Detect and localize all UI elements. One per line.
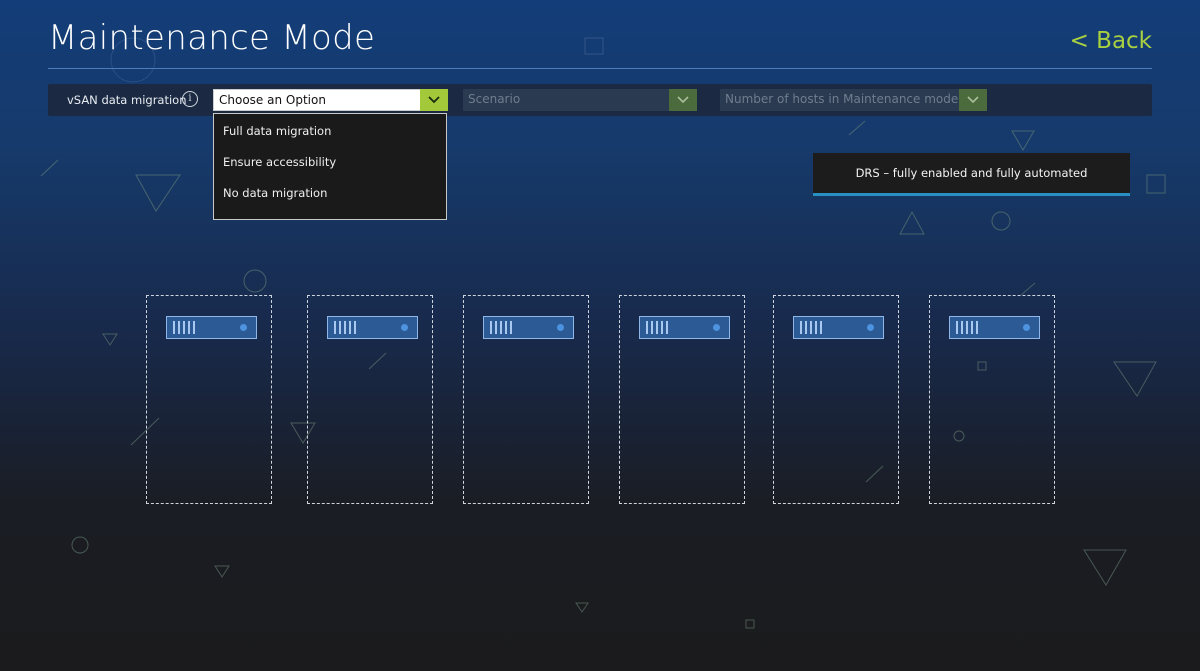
chevron-down-icon: [428, 96, 440, 104]
migration-select[interactable]: Choose an Option: [213, 89, 448, 111]
dropdown-option-ensure-accessibility[interactable]: Ensure accessibility: [223, 155, 336, 169]
server-icon: [327, 316, 418, 339]
server-icon: [639, 316, 730, 339]
page-title: Maintenance Mode: [48, 18, 376, 58]
host-slot: [929, 295, 1055, 504]
hosts-placeholder: Number of hosts in Maintenance mode: [725, 92, 959, 106]
server-icon: [166, 316, 257, 339]
host-slot: [146, 295, 272, 504]
chevron-down-icon: [677, 96, 689, 104]
scenario-select[interactable]: Scenario: [463, 89, 697, 111]
host-slot: [619, 295, 745, 504]
chevron-down-icon: [967, 96, 979, 104]
scenario-placeholder: Scenario: [468, 92, 521, 106]
host-slot: [463, 295, 589, 504]
dropdown-option-no-data-migration[interactable]: No data migration: [223, 186, 327, 200]
server-icon: [793, 316, 884, 339]
info-icon[interactable]: i: [182, 91, 198, 107]
drs-status-banner: DRS – fully enabled and fully automated: [813, 153, 1130, 196]
scenario-dropdown-button[interactable]: [669, 89, 697, 111]
migration-dropdown-menu: Full data migration Ensure accessibility…: [213, 113, 447, 220]
migration-label: vSAN data migration: [67, 93, 187, 107]
filter-bar: vSAN data migration i Choose an Option S…: [48, 84, 1152, 116]
hosts-select[interactable]: Number of hosts in Maintenance mode: [720, 89, 987, 111]
dropdown-option-full-data-migration[interactable]: Full data migration: [223, 124, 331, 138]
header-divider: [48, 68, 1152, 69]
server-icon: [483, 316, 574, 339]
migration-dropdown-button[interactable]: [420, 89, 448, 111]
server-icon: [949, 316, 1040, 339]
hosts-dropdown-button[interactable]: [959, 89, 987, 111]
back-button[interactable]: < Back: [1070, 28, 1152, 54]
host-slot: [773, 295, 899, 504]
host-slot: [307, 295, 433, 504]
migration-select-value: Choose an Option: [219, 93, 326, 107]
